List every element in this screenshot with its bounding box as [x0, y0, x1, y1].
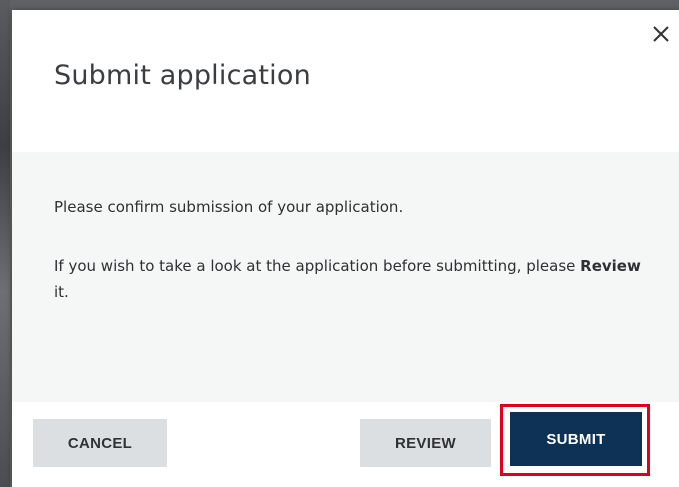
- submit-button[interactable]: SUBMIT: [510, 412, 642, 466]
- review-hint: If you wish to take a look at the applic…: [54, 253, 644, 305]
- dialog-body: Please confirm submission of your applic…: [12, 152, 679, 402]
- dialog-title: Submit application: [54, 60, 311, 91]
- close-icon: [653, 26, 669, 42]
- review-button[interactable]: REVIEW: [360, 419, 491, 467]
- confirm-message: Please confirm submission of your applic…: [54, 198, 404, 216]
- cancel-button[interactable]: CANCEL: [33, 419, 167, 467]
- review-hint-suffix: it.: [54, 283, 69, 301]
- review-hint-prefix: If you wish to take a look at the applic…: [54, 257, 581, 275]
- dialog-header: Submit application: [12, 10, 679, 152]
- backdrop-edge: [0, 0, 10, 487]
- review-hint-bold: Review: [580, 257, 641, 275]
- close-button[interactable]: [647, 20, 675, 48]
